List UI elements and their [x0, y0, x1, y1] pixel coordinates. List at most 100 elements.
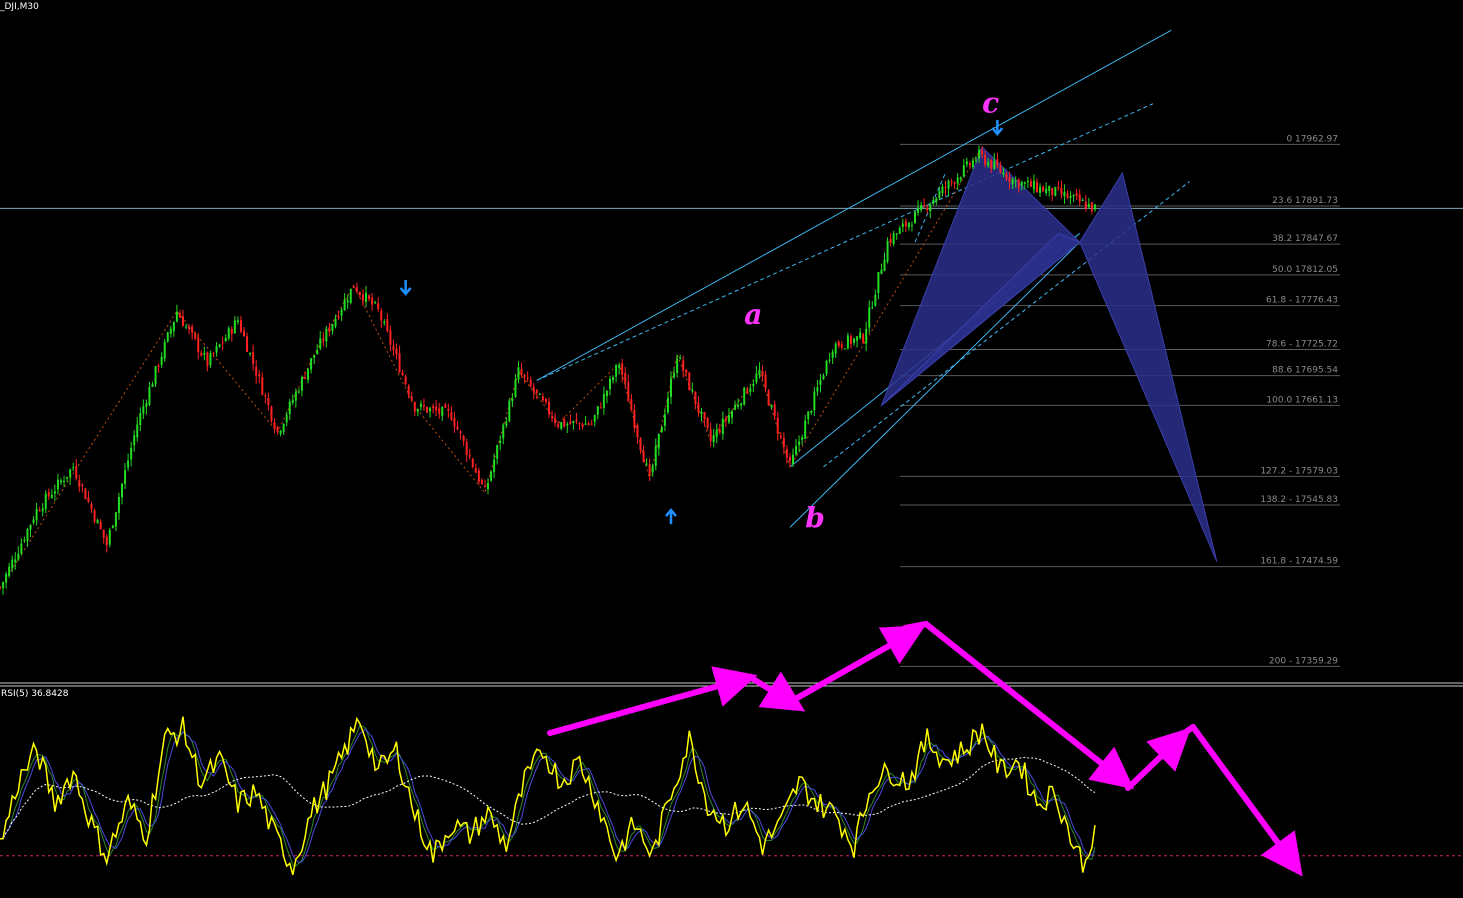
- candle-body: [163, 341, 166, 359]
- candle-body: [856, 336, 859, 341]
- candle-body: [246, 336, 249, 352]
- candle-body: [462, 435, 465, 442]
- fib-label-138-2: 138.2 - 17545.83: [1260, 495, 1338, 505]
- fib-label-127-2: 127.2 - 17579.03: [1260, 466, 1338, 476]
- candle-body: [749, 388, 752, 392]
- candle-body: [258, 374, 261, 377]
- candle-body: [575, 419, 578, 422]
- candle-body: [602, 393, 605, 408]
- candle-body: [69, 469, 72, 478]
- candle-body: [734, 405, 737, 410]
- candle-body: [636, 425, 639, 437]
- candle-body: [697, 402, 700, 413]
- candle-body: [145, 403, 148, 407]
- candle-body: [813, 391, 816, 411]
- candle-body: [663, 414, 666, 426]
- candle-body: [285, 415, 288, 423]
- candle-body: [307, 368, 310, 380]
- candle-body: [160, 356, 163, 365]
- candle-body: [950, 181, 953, 183]
- candle-body: [560, 422, 563, 429]
- candle-body: [529, 379, 532, 387]
- candle-body: [517, 367, 520, 380]
- trading-chart[interactable]: 0 17962.97 23.6 17891.73 38.2 17847.67 50.0…: [0, 0, 1463, 898]
- candle-body: [523, 374, 526, 378]
- candle-body: [93, 510, 96, 522]
- candle-body: [883, 259, 886, 272]
- candle-body: [496, 445, 499, 459]
- wave-label-c: c: [982, 86, 999, 119]
- candle-body: [566, 423, 569, 426]
- candle-body: [953, 182, 956, 184]
- candle-body: [105, 536, 108, 546]
- candle-body: [38, 510, 41, 512]
- candle-body: [127, 460, 130, 468]
- candle-body: [392, 345, 395, 351]
- candle-body: [898, 227, 901, 234]
- candle-body: [773, 404, 776, 417]
- candle-body: [358, 291, 361, 295]
- candle-body: [935, 198, 938, 202]
- candle-body: [346, 300, 349, 303]
- candle-body: [139, 413, 142, 425]
- candle-body: [612, 377, 615, 381]
- candle-body: [352, 286, 355, 288]
- candle-body: [267, 397, 270, 406]
- candle-body: [191, 326, 194, 333]
- candle-body: [60, 480, 62, 483]
- fib-label-88-6: 88.6 17695.54: [1272, 366, 1338, 376]
- candle-body: [971, 160, 974, 168]
- candle-body: [1072, 195, 1075, 197]
- candle-body: [32, 519, 35, 523]
- fib-label-38-2: 38.2 17847.67: [1272, 234, 1338, 244]
- candle-body: [328, 327, 331, 332]
- candle-body: [788, 456, 791, 462]
- candle-body: [1023, 182, 1026, 184]
- candle-body: [746, 389, 749, 394]
- candle-body: [761, 370, 764, 376]
- wave-label-a: a: [744, 298, 762, 331]
- candle-body: [767, 390, 770, 406]
- candle-body: [429, 408, 432, 412]
- candle-body: [712, 435, 715, 443]
- candle-body: [50, 494, 53, 498]
- candle-body: [343, 299, 346, 311]
- candle-body: [169, 328, 172, 334]
- candle-body: [26, 528, 29, 541]
- candle-body: [685, 369, 688, 374]
- candle-body: [593, 415, 596, 422]
- candle-body: [810, 411, 813, 413]
- candle-body: [880, 269, 883, 274]
- candle-body: [209, 353, 212, 366]
- candle-body: [578, 422, 581, 424]
- candle-body: [416, 409, 419, 412]
- fib-label-161-8: 161.8 - 17474.59: [1260, 557, 1338, 567]
- candle-body: [453, 418, 456, 427]
- candle-body: [715, 429, 718, 438]
- candle-body: [483, 485, 486, 488]
- candle-body: [901, 223, 904, 228]
- fib-label-50-0: 50.0 17812.05: [1272, 265, 1338, 275]
- candle-body: [1008, 177, 1011, 182]
- candle-body: [377, 303, 380, 310]
- candle-body: [1042, 186, 1045, 192]
- candle-body: [532, 386, 535, 392]
- candle-body: [194, 332, 197, 339]
- candle-body: [657, 433, 660, 449]
- candle-body: [904, 221, 907, 227]
- candle-body: [618, 364, 621, 368]
- candle-body: [304, 377, 306, 379]
- candle-body: [859, 332, 862, 339]
- candle-body: [615, 365, 618, 377]
- candle-body: [96, 519, 99, 524]
- candle-body: [419, 403, 422, 407]
- candle-body: [1078, 194, 1081, 202]
- candle-body: [422, 405, 425, 407]
- candle-body: [413, 402, 416, 412]
- candle-body: [947, 180, 950, 189]
- candle-body: [798, 441, 801, 446]
- candle-body: [804, 420, 807, 440]
- candle-body: [203, 352, 206, 355]
- candle-body: [154, 366, 157, 384]
- candle-body: [984, 154, 987, 165]
